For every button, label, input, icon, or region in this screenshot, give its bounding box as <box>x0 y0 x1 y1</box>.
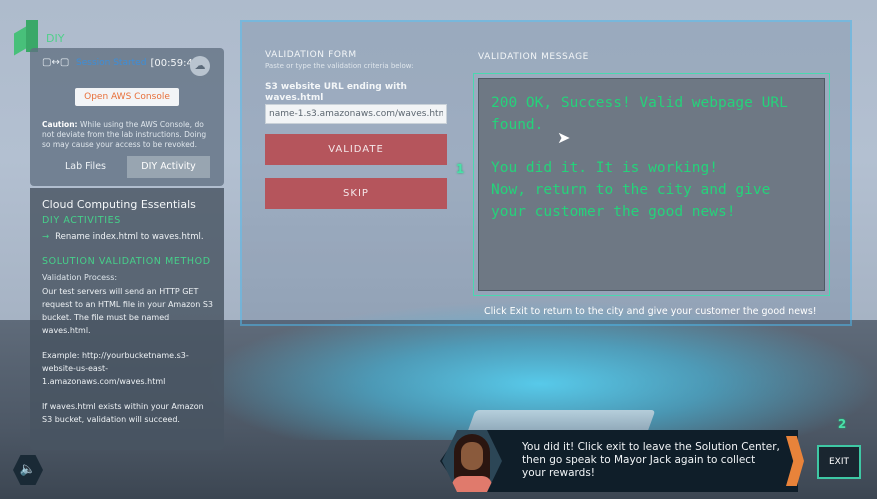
cloud-icon[interactable]: ☁ <box>190 56 210 76</box>
tab-lab-files[interactable]: Lab Files <box>44 156 127 178</box>
skip-button[interactable]: SKIP <box>265 178 447 209</box>
form-subtitle: Paste or type the validation criteria be… <box>265 62 414 70</box>
exit-button[interactable]: EXIT <box>817 445 861 479</box>
activity-item-text: Rename index.html to waves.html. <box>55 232 204 242</box>
session-link[interactable]: Session Started <box>76 58 146 68</box>
callout-number-1: 1 <box>455 162 465 176</box>
message-line-return: Now, return to the city and give your cu… <box>491 182 771 220</box>
panel-tabs: Lab Files DIY Activity <box>44 156 210 178</box>
instructions-panel: Cloud Computing Essentials DIY ACTIVITIE… <box>30 188 224 450</box>
open-aws-console-button[interactable]: Open AWS Console <box>75 88 179 106</box>
url-field-label: S3 website URL ending with waves.html <box>265 82 407 103</box>
validate-button[interactable]: VALIDATE <box>265 134 447 165</box>
activity-item: → Rename index.html to waves.html. <box>42 232 214 242</box>
process-text: Our test servers will send an HTTP GET r… <box>42 287 213 335</box>
session-panel: ▢↔▢ Session Started [00:59:45] ☁ Open AW… <box>30 48 224 186</box>
process-label: Validation Process: <box>42 273 118 282</box>
message-line-working: You did it. It is working! <box>491 160 718 176</box>
success-text: If waves.html exists within your Amazon … <box>42 402 204 424</box>
validation-heading: SOLUTION VALIDATION METHOD <box>42 256 211 267</box>
form-title: VALIDATION FORM <box>265 50 357 60</box>
arrow-right-icon: → <box>42 232 50 242</box>
mouse-pointer-icon: ➤ <box>557 128 571 147</box>
caution-label: Caution: <box>42 120 78 129</box>
caution-text: Caution: While using the AWS Console, do… <box>42 120 214 150</box>
callout-number-2: 2 <box>837 417 847 431</box>
message-title: VALIDATION MESSAGE <box>478 52 589 62</box>
example-text: Example: http://yourbucketname.s3-websit… <box>42 351 189 386</box>
course-title: Cloud Computing Essentials <box>42 198 196 211</box>
window-switch-icon: ▢↔▢ <box>42 57 70 68</box>
tab-diy-activity[interactable]: DIY Activity <box>127 156 210 178</box>
session-row: ▢↔▢ Session Started [00:59:45] <box>42 57 203 69</box>
section-label: DIY <box>46 32 65 45</box>
message-line-success: 200 OK, Success! Valid webpage URL found… <box>491 95 788 133</box>
activities-heading: DIY ACTIVITIES <box>42 215 121 226</box>
dialog-text: You did it! Click exit to leave the Solu… <box>522 441 780 479</box>
exit-hint: Click Exit to return to the city and giv… <box>484 306 817 317</box>
url-input[interactable] <box>265 104 447 124</box>
